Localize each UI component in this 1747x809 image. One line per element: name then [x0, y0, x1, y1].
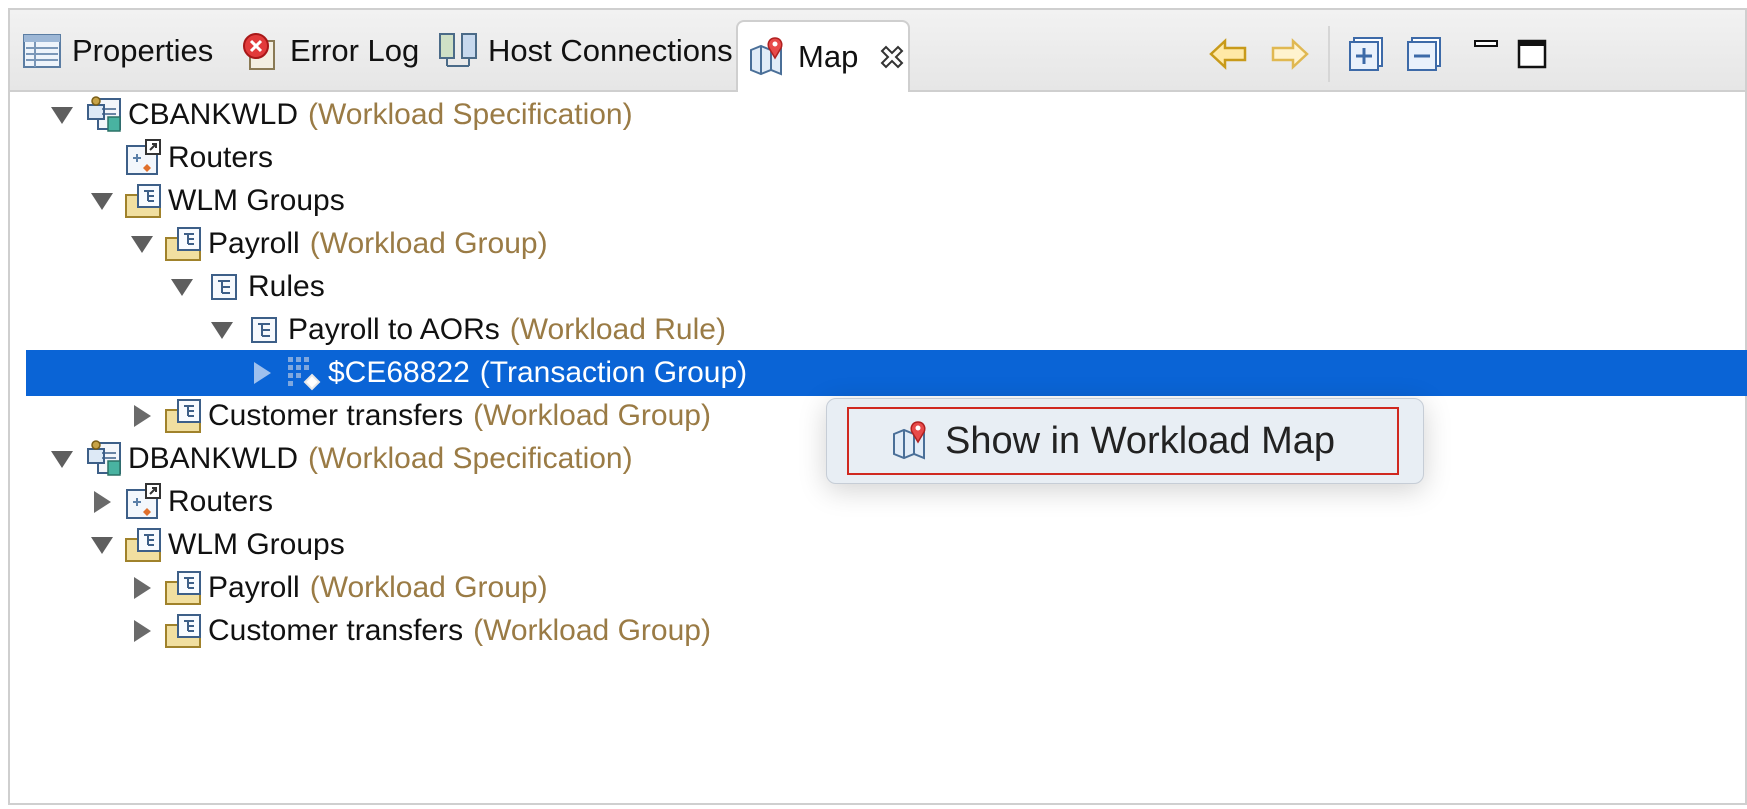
tree-node[interactable]: Payroll to AORs (Workload Rule): [26, 307, 1747, 353]
tree-node-type: (Workload Rule): [509, 313, 726, 346]
tree-node-label: WLM Groups: [168, 184, 345, 217]
host-connections-icon: [436, 29, 480, 73]
collapsed-twisty-icon[interactable]: [124, 398, 160, 434]
tree-node[interactable]: Routers: [26, 135, 1747, 181]
rules-icon: [204, 267, 244, 307]
tab-label: Error Log: [290, 33, 420, 68]
close-tab-icon[interactable]: [876, 39, 908, 75]
tree-node[interactable]: $CE68822 (Transaction Group): [26, 350, 1747, 396]
tab-map[interactable]: Map: [736, 20, 910, 92]
tree-node-label: DBANKWLD: [128, 442, 299, 475]
tab-label: Map: [798, 39, 859, 74]
tree-node-label: Routers: [168, 485, 274, 518]
workload-rule-icon: [244, 310, 284, 350]
tree-node-label: Rules: [248, 270, 325, 303]
menu-item-label: Show in Workload Map: [945, 419, 1336, 462]
routers-icon: [124, 138, 164, 178]
expand-all-icon[interactable]: [1344, 32, 1388, 76]
expanded-twisty-icon[interactable]: [164, 269, 200, 305]
tab-label: Host Connections: [488, 33, 733, 68]
tree-node-type: (Workload Group): [473, 614, 711, 647]
tree-node[interactable]: WLM Groups: [26, 522, 1747, 568]
transaction-group-icon: [284, 353, 324, 393]
wlm-groups-icon: [124, 181, 164, 221]
tree-node-label: Payroll to AORs: [288, 313, 500, 346]
workload-group-icon: [164, 396, 204, 436]
expanded-twisty-icon[interactable]: [44, 441, 80, 477]
tree-node-label: Customer transfers: [208, 399, 464, 432]
expanded-twisty-icon[interactable]: [124, 226, 160, 262]
tree-node[interactable]: CBANKWLD (Workload Specification): [26, 92, 1747, 138]
workload-group-icon: [164, 611, 204, 651]
tree-node[interactable]: Payroll (Workload Group): [26, 221, 1747, 267]
tree-node-type: (Workload Specification): [308, 98, 633, 131]
forward-arrow-icon[interactable]: [1268, 32, 1312, 76]
tab-host-connections[interactable]: Host Connections: [436, 20, 733, 82]
tree-node[interactable]: Payroll (Workload Group): [26, 565, 1747, 611]
tree-node-type: (Workload Group): [309, 227, 548, 260]
tree-node[interactable]: WLM Groups: [26, 178, 1747, 224]
properties-icon: [20, 29, 64, 73]
context-menu: Show in Workload Map: [826, 398, 1424, 484]
map-icon: [889, 418, 935, 464]
expanded-twisty-icon[interactable]: [84, 527, 120, 563]
collapsed-twisty-icon[interactable]: [84, 484, 120, 520]
workload-group-icon: [164, 568, 204, 608]
collapsed-twisty-icon[interactable]: [244, 355, 280, 391]
tree-node-label: WLM Groups: [168, 528, 345, 561]
tree-node[interactable]: Rules: [26, 264, 1747, 310]
minimize-icon[interactable]: [1464, 24, 1508, 68]
collapse-all-icon[interactable]: [1402, 32, 1446, 76]
tab-properties[interactable]: Properties: [20, 20, 213, 82]
expanded-twisty-icon[interactable]: [84, 183, 120, 219]
wlm-groups-icon: [124, 525, 164, 565]
tab-error-log[interactable]: Error Log: [238, 20, 419, 82]
tree-node[interactable]: Routers: [26, 479, 1747, 525]
routers-icon: [124, 482, 164, 522]
view-tab-bar: Properties Error Log Host Connections Ma…: [10, 10, 1745, 92]
tree-node-type: (Workload Group): [473, 399, 711, 432]
tree-node-label: CBANKWLD: [128, 98, 299, 131]
expanded-twisty-icon[interactable]: [204, 312, 240, 348]
tree-node-label: Routers: [168, 141, 274, 174]
tab-label: Properties: [72, 33, 214, 68]
map-icon: [748, 35, 790, 79]
tree-node-label: Customer transfers: [208, 614, 464, 647]
error-log-icon: [238, 29, 282, 73]
tree-node-label: Payroll: [208, 227, 300, 260]
maximize-icon[interactable]: [1510, 32, 1554, 76]
leaf-spacer: [84, 140, 120, 176]
show-in-workload-map-menu-item[interactable]: Show in Workload Map: [847, 407, 1399, 475]
workload-group-icon: [164, 224, 204, 264]
tree-node-type: (Workload Specification): [308, 442, 633, 475]
tree-node[interactable]: Customer transfers (Workload Group): [26, 608, 1747, 654]
expanded-twisty-icon[interactable]: [44, 97, 80, 133]
workload-spec-icon: [84, 439, 124, 479]
tree-node-type: (Transaction Group): [479, 356, 748, 389]
tree-node-type: (Workload Group): [309, 571, 548, 604]
collapsed-twisty-icon[interactable]: [124, 613, 160, 649]
toolbar-separator: [1328, 26, 1330, 82]
tree-node-label: $CE68822: [328, 356, 470, 389]
workload-spec-icon: [84, 95, 124, 135]
tree-node-label: Payroll: [208, 571, 300, 604]
back-arrow-icon[interactable]: [1206, 32, 1250, 76]
collapsed-twisty-icon[interactable]: [124, 570, 160, 606]
